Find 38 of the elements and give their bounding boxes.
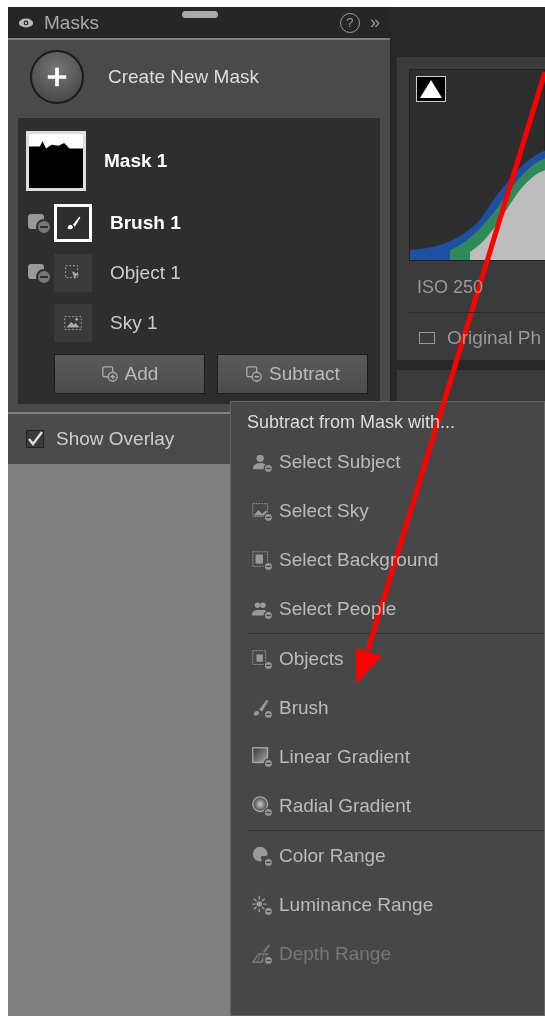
component-thumbnail[interactable] xyxy=(54,254,92,292)
plus-icon xyxy=(46,66,68,88)
menu-item[interactable]: Select Sky xyxy=(247,486,375,535)
checkbox[interactable] xyxy=(419,332,435,344)
mask-thumbnail[interactable] xyxy=(26,131,86,191)
subtract-button[interactable]: Subtract xyxy=(217,354,368,394)
component-thumbnail[interactable] xyxy=(54,204,92,242)
depth-grid-icon xyxy=(251,942,273,965)
checkbox-label: Show Overlay xyxy=(56,428,175,450)
component-name: Object 1 xyxy=(110,262,181,284)
dotted-frame-icon xyxy=(251,647,273,670)
menu-item[interactable]: Objects xyxy=(247,634,350,683)
palette-icon xyxy=(251,844,273,867)
menu-item[interactable]: Select Subject xyxy=(247,437,407,486)
dotted-frame-icon xyxy=(251,548,273,571)
add-button[interactable]: Add xyxy=(54,354,205,394)
checkbox[interactable] xyxy=(26,430,44,448)
menu-item[interactable]: Linear Gradient xyxy=(247,732,416,781)
sparkle-icon xyxy=(251,893,273,916)
gradient-square-icon xyxy=(251,745,273,768)
mask-name: Mask 1 xyxy=(104,150,168,172)
panel-title: Masks xyxy=(44,11,99,34)
menu-item[interactable]: Color Range xyxy=(247,831,392,880)
component-thumbnail[interactable] xyxy=(54,304,92,342)
create-mask-button[interactable] xyxy=(30,50,84,104)
subtract-shape-icon xyxy=(245,365,264,383)
menu-item[interactable]: Radial Gradient xyxy=(247,781,418,830)
drag-handle[interactable] xyxy=(182,11,218,18)
gradient-circle-icon xyxy=(251,794,273,817)
clipping-indicator[interactable] xyxy=(416,76,446,102)
menu-item[interactable]: Luminance Range xyxy=(247,880,440,929)
menu-item[interactable]: Brush xyxy=(247,683,335,732)
add-shape-icon xyxy=(100,365,119,383)
component-name: Brush 1 xyxy=(110,212,181,234)
eye-icon[interactable] xyxy=(18,16,34,29)
component-name: Sky 1 xyxy=(110,312,158,334)
create-mask-label: Create New Mask xyxy=(108,66,259,88)
collapse-button[interactable]: » xyxy=(370,12,380,33)
